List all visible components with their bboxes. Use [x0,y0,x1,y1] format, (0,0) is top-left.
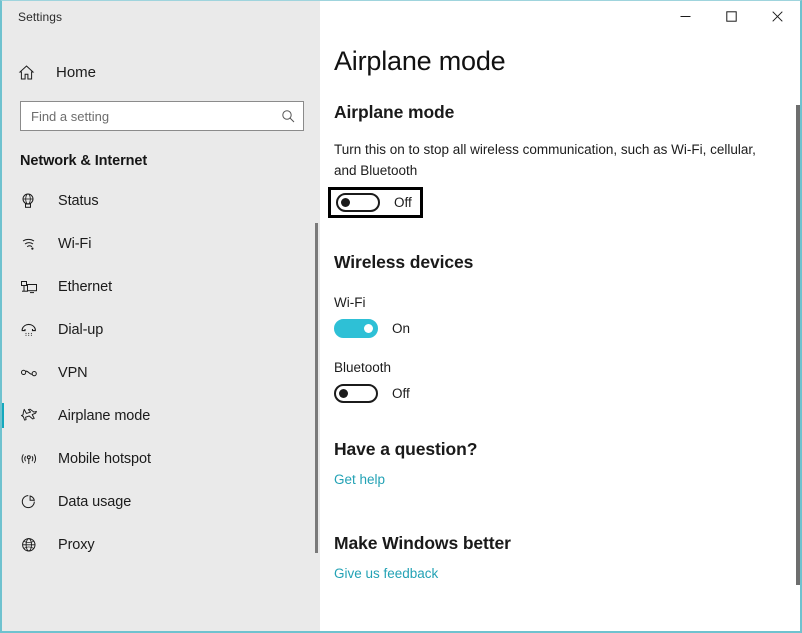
sidebar-item-home[interactable]: Home [2,55,320,89]
content-body: Airplane mode Airplane mode Turn this on… [320,1,800,583]
main-scrollbar[interactable] [796,1,800,631]
give-us-feedback-link[interactable]: Give us feedback [334,566,438,581]
selection-accent-bar [2,231,4,256]
ethernet-icon [20,278,44,296]
settings-window: Settings Home Network & Internet [0,0,802,633]
page-title: Airplane mode [334,46,506,76]
wifi-toggle[interactable] [334,319,378,339]
selection-accent-bar [2,188,4,213]
sidebar-item-status[interactable]: Status [2,179,320,222]
window-controls [662,1,800,32]
sidebar-item-proxy[interactable]: Proxy [2,523,320,566]
airplane-mode-heading: Airplane mode [334,102,455,122]
sidebar-home-label: Home [56,63,97,81]
search-icon[interactable] [279,109,297,123]
search-input[interactable] [31,102,279,130]
selection-accent-bar [2,317,4,342]
toggle-knob [341,198,350,208]
maximize-button[interactable] [708,1,754,32]
sidebar-item-mobile-hotspot[interactable]: Mobile hotspot [2,437,320,480]
airplane-mode-toggle-row[interactable]: Off [328,187,423,219]
minimize-button[interactable] [662,1,708,32]
sidebar-scrollbar-thumb[interactable] [315,223,318,553]
have-a-question-heading: Have a question? [334,439,478,460]
selection-accent-bar [2,360,4,385]
wireless-devices-heading: Wireless devices [334,252,474,273]
bluetooth-toggle-row[interactable]: Off [334,384,800,404]
sidebar-item-data-usage[interactable]: Data usage [2,480,320,523]
sidebar-scrollbar[interactable] [315,1,318,631]
selection-accent-bar [2,446,4,471]
toggle-knob [339,389,348,399]
sidebar-item-label: Airplane mode [58,407,151,424]
sidebar-item-airplane-mode[interactable]: Airplane mode [2,394,320,437]
wifi-device-label: Wi-Fi [334,295,366,311]
main-scrollbar-thumb[interactable] [796,105,800,585]
make-windows-better-heading: Make Windows better [334,533,511,554]
airplane-icon [20,407,44,425]
sidebar-item-ethernet[interactable]: Ethernet [2,265,320,308]
selection-accent-bar [2,403,4,428]
sidebar-nav-list: Status Wi-Fi Ethernet Dial-up VPN Airpla… [2,179,320,566]
sidebar-item-wifi[interactable]: Wi-Fi [2,222,320,265]
sidebar-item-label: Status [58,192,99,209]
wifi-toggle-row[interactable]: On [334,319,800,339]
sidebar-item-label: Proxy [58,536,95,553]
hotspot-icon [20,450,44,468]
airplane-mode-toggle[interactable] [336,193,380,213]
globe-icon [20,536,44,554]
pie-chart-icon [20,493,44,511]
sidebar-section-title: Network & Internet [20,153,148,169]
main-content: Airplane mode Airplane mode Turn this on… [320,1,800,631]
vpn-icon [20,364,44,382]
search-box[interactable] [20,101,304,131]
bluetooth-toggle[interactable] [334,384,378,404]
bluetooth-device-label: Bluetooth [334,360,392,376]
close-button[interactable] [754,1,800,32]
airplane-mode-description: Turn this on to stop all wireless commun… [334,142,756,178]
sidebar-item-vpn[interactable]: VPN [2,351,320,394]
sidebar-item-label: Mobile hotspot [58,450,151,467]
selection-accent-bar [2,274,4,299]
sidebar-item-label: Ethernet [58,278,113,295]
home-icon [18,64,44,81]
get-help-link[interactable]: Get help [334,472,385,487]
window-titlebar: Settings [2,1,320,35]
sidebar-item-label: Dial-up [58,321,104,338]
sidebar-item-label: Wi-Fi [58,235,92,252]
sidebar: Settings Home Network & Internet [2,1,320,631]
sidebar-item-label: VPN [58,364,88,381]
selection-accent-bar [2,489,4,514]
window-title: Settings [18,10,63,24]
bluetooth-toggle-state: Off [392,386,410,402]
selection-accent-bar [2,532,4,557]
globe-monitor-icon [20,192,44,210]
sidebar-item-label: Data usage [58,493,132,510]
sidebar-item-dialup[interactable]: Dial-up [2,308,320,351]
wifi-icon [20,235,44,253]
wifi-toggle-state: On [392,321,411,337]
dialup-phone-icon [20,321,44,339]
airplane-mode-toggle-state: Off [394,195,412,211]
toggle-knob [364,324,373,334]
